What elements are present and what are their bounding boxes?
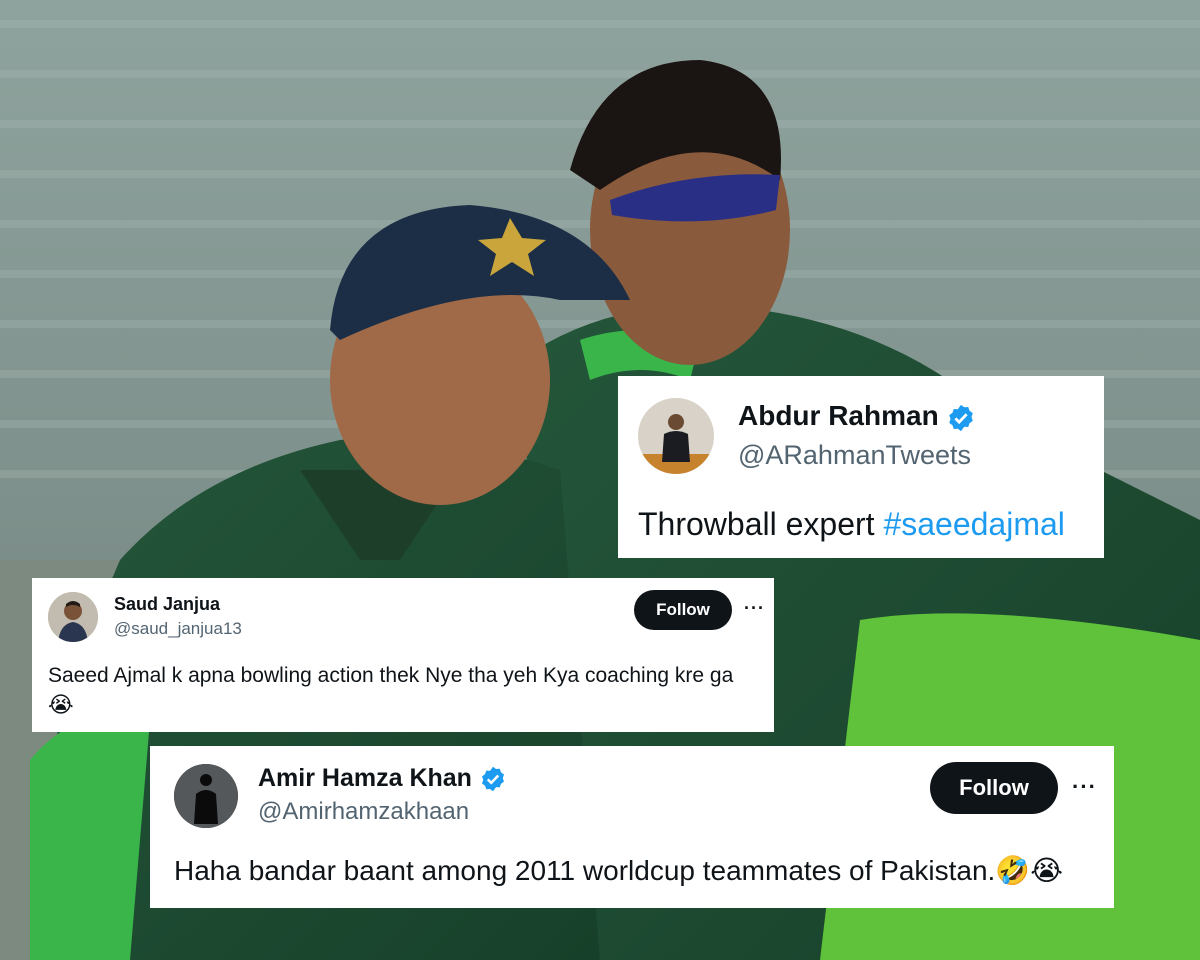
person-silhouette-icon: [638, 398, 714, 474]
avatar[interactable]: [638, 398, 714, 474]
tweet-text-plain: Haha bandar baant among 2011 worldcup te…: [174, 855, 996, 886]
person-silhouette-icon: [174, 764, 238, 828]
follow-button[interactable]: Follow: [930, 762, 1058, 814]
handle[interactable]: @saud_janjua13: [114, 619, 242, 639]
display-name[interactable]: Amir Hamza Khan: [258, 764, 507, 793]
tweet-text: Throwball expert #saeedajmal: [638, 506, 1065, 543]
loudly-crying-emoji-icon: 😭: [48, 692, 74, 718]
hashtag-link[interactable]: #saeedajmal: [883, 506, 1064, 542]
avatar[interactable]: [174, 764, 238, 828]
person-photo-icon: [48, 592, 98, 642]
avatar[interactable]: [48, 592, 98, 642]
tweet-text-plain: Throwball expert: [638, 506, 884, 542]
verified-badge-icon: [481, 767, 504, 792]
follow-button[interactable]: Follow: [634, 590, 732, 630]
display-name[interactable]: Abdur Rahman: [738, 400, 976, 433]
handle[interactable]: @Amirhamzakhaan: [258, 798, 469, 826]
tweet-text: Saeed Ajmal k apna bowling action thek N…: [48, 664, 734, 687]
more-options-icon[interactable]: ···: [744, 598, 765, 619]
emoji-text: 😭: [48, 692, 74, 717]
display-name[interactable]: Saud Janjua: [114, 594, 220, 615]
verified-badge-icon: [949, 404, 974, 431]
tweet-text: Haha bandar baant among 2011 worldcup te…: [174, 854, 1063, 887]
tweet-card-saud-janjua: Saud Janjua @saud_janjua13 Follow ··· Sa…: [32, 578, 774, 732]
handle[interactable]: @ARahmanTweets: [738, 440, 971, 471]
tweet-card-amir-hamza-khan: Amir Hamza Khan @Amirhamzakhaan Follow ·…: [150, 746, 1114, 908]
laughing-crying-emoji-icon: 🤣😭: [995, 855, 1063, 886]
more-options-icon[interactable]: ···: [1072, 774, 1097, 800]
tweet-card-abdur-rahman: Abdur Rahman @ARahmanTweets Throwball ex…: [618, 376, 1104, 558]
